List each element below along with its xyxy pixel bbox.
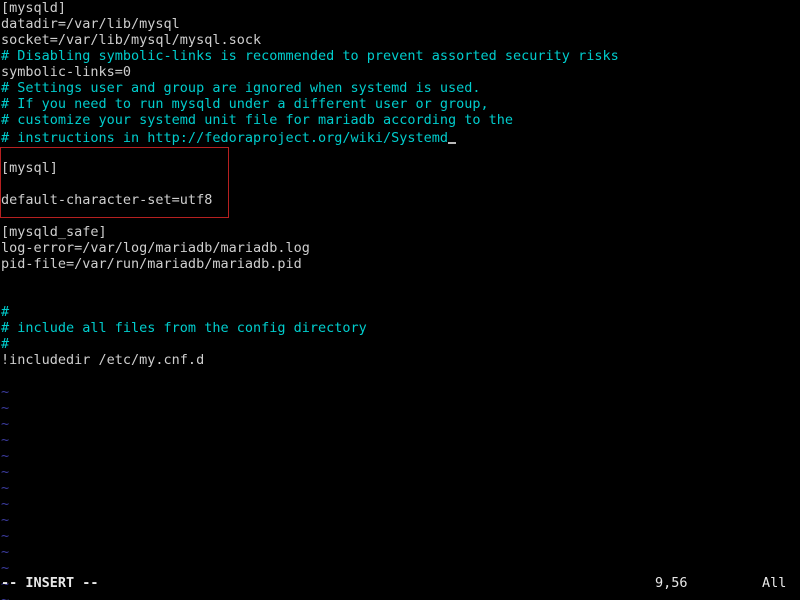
buffer-line: # Disabling symbolic-links is recommende…	[1, 48, 619, 64]
vim-empty-line-marker: ~	[1, 384, 10, 400]
vim-empty-line-marker: ~	[1, 432, 10, 448]
vim-empty-line-marker: ~	[1, 464, 10, 480]
buffer-line: log-error=/var/log/mariadb/mariadb.log	[1, 240, 310, 256]
buffer-line	[0, 368, 800, 384]
vim-text-buffer[interactable]: [mysqld] datadir=/var/lib/mysql socket=/va…	[0, 0, 800, 600]
vim-empty-line-marker: ~	[1, 416, 10, 432]
buffer-line: # instructions in http://fedoraproject.o…	[0, 128, 800, 146]
vim-empty-line-marker: ~	[1, 496, 10, 512]
buffer-line	[0, 272, 800, 288]
terminal-screen[interactable]: [mysqld] datadir=/var/lib/mysql socket=/va…	[0, 0, 800, 600]
buffer-line	[0, 176, 800, 192]
buffer-line: socket=/var/lib/mysql/mysql.sock	[1, 32, 262, 48]
scroll-percent-indicator: All	[762, 575, 787, 591]
buffer-line: #	[1, 336, 10, 352]
vim-empty-line-marker: ~	[1, 480, 10, 496]
vim-mode-indicator: -- INSERT --	[1, 575, 99, 591]
buffer-line	[0, 144, 800, 160]
buffer-line: !includedir /etc/my.cnf.d	[1, 352, 205, 368]
buffer-line: symbolic-links=0	[1, 64, 132, 80]
buffer-line: pid-file=/var/run/mariadb/mariadb.pid	[1, 256, 302, 272]
vim-empty-line-marker: ~	[1, 592, 10, 600]
vim-empty-line-marker: ~	[1, 400, 10, 416]
buffer-line: # customize your systemd unit file for m…	[1, 112, 514, 128]
buffer-line: [mysql]	[1, 160, 58, 176]
vim-empty-line-marker: ~	[1, 448, 10, 464]
buffer-line: [mysqld_safe]	[1, 224, 107, 240]
cursor-position-indicator: 9,56	[655, 575, 688, 591]
text-cursor	[448, 128, 457, 144]
buffer-line: #	[1, 304, 10, 320]
vim-status-line: -- INSERT -- 9,56 All	[0, 574, 800, 592]
vim-empty-line-marker: ~	[1, 512, 10, 528]
buffer-line: [mysqld]	[1, 0, 67, 16]
buffer-line: # If you need to run mysqld under a diff…	[1, 96, 489, 112]
buffer-line: datadir=/var/lib/mysql	[1, 16, 180, 32]
buffer-line: # Settings user and group are ignored wh…	[1, 80, 481, 96]
buffer-line: default-character-set=utf8	[1, 192, 213, 208]
vim-empty-line-marker: ~	[1, 528, 10, 544]
vim-empty-line-marker: ~	[1, 544, 10, 560]
buffer-line	[0, 288, 800, 304]
buffer-line	[0, 208, 800, 224]
buffer-line: # include all files from the config dire…	[1, 320, 367, 336]
